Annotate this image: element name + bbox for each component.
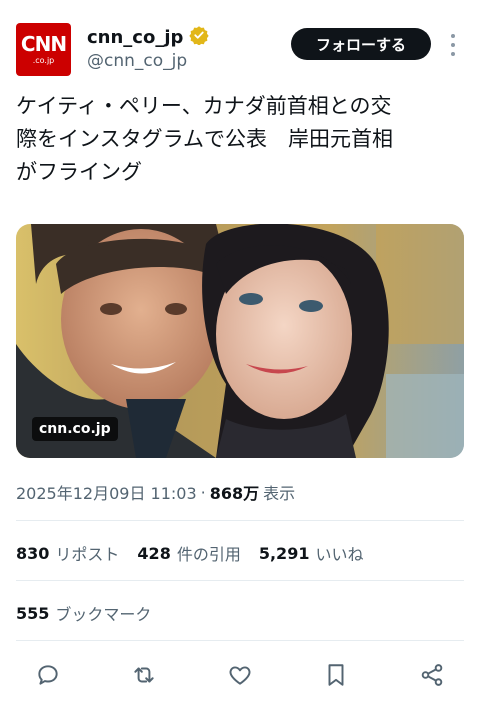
views-label: 表示 <box>263 484 296 503</box>
media-source-badge: cnn.co.jp <box>32 417 118 441</box>
meta-separator: · <box>200 482 206 502</box>
bookmarks-label: ブックマーク <box>55 605 152 624</box>
timestamp[interactable]: 2025年12月09日 11:03 <box>16 480 197 504</box>
avatar-logo: CNN <box>20 32 67 56</box>
quotes-count[interactable]: 428 <box>137 544 170 563</box>
action-bar <box>0 655 480 695</box>
likes-count[interactable]: 5,291 <box>259 544 310 563</box>
bookmark-stats: 555 ブックマーク <box>16 601 151 625</box>
bookmarks-count: 555 <box>16 603 50 623</box>
author-name-row[interactable]: cnn_co_jp <box>87 25 210 49</box>
avatar-sub: .co.jp <box>32 56 55 65</box>
reposts-count[interactable]: 830 <box>16 544 49 563</box>
divider <box>16 580 464 581</box>
likes-label[interactable]: いいね <box>315 541 363 565</box>
views-count: 868万 <box>209 484 260 503</box>
engagement-stats: 830 リポスト 428 件の引用 5,291 いいね <box>16 541 381 565</box>
handle[interactable]: @cnn_co_jp <box>87 51 187 71</box>
share-icon[interactable] <box>412 655 452 695</box>
reply-icon[interactable] <box>28 655 68 695</box>
tweet-text: ケイティ・ペリー、カナダ前首相との交 際をインスタグラムで公表 岸田元首相 がフ… <box>16 94 393 184</box>
repost-icon[interactable] <box>124 655 164 695</box>
tweet-meta: 2025年12月09日 11:03 · 868万 表示 <box>16 480 295 504</box>
follow-button[interactable]: フォローする <box>291 28 431 60</box>
reposts-label[interactable]: リポスト <box>55 541 119 565</box>
divider <box>16 640 464 641</box>
quotes-label[interactable]: 件の引用 <box>177 541 241 565</box>
bookmark-icon[interactable] <box>316 655 356 695</box>
like-icon[interactable] <box>220 655 260 695</box>
verified-badge-icon <box>189 25 210 49</box>
divider <box>16 520 464 521</box>
display-name[interactable]: cnn_co_jp <box>87 27 183 48</box>
avatar[interactable]: CNN .co.jp <box>16 23 71 76</box>
more-vertical-icon[interactable] <box>446 34 460 56</box>
